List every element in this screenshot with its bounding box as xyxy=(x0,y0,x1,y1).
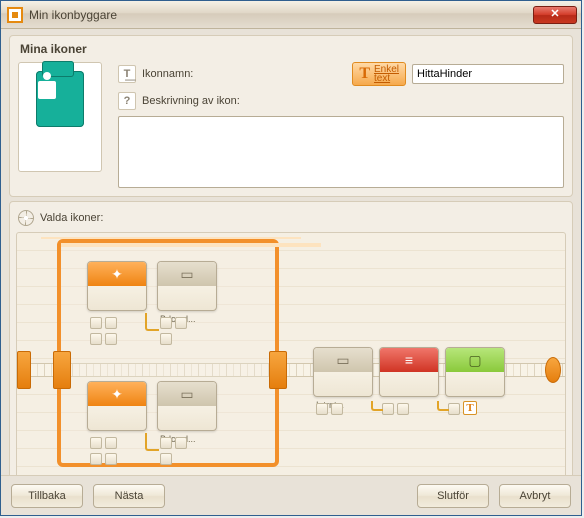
data-plug[interactable] xyxy=(175,317,187,329)
data-plug[interactable] xyxy=(448,403,460,415)
block-case-2[interactable]: ▭ Bdcmd... xyxy=(157,381,217,431)
data-wire xyxy=(371,401,383,411)
data-wire xyxy=(145,433,159,451)
data-plug[interactable] xyxy=(90,437,102,449)
loop-start-handle[interactable] xyxy=(53,351,71,389)
next-button[interactable]: Nästa xyxy=(93,484,165,508)
data-plug[interactable] xyxy=(382,403,394,415)
data-plug[interactable] xyxy=(90,453,102,465)
desc-field-icon: ? xyxy=(118,92,136,110)
move-icon: ✦ xyxy=(88,262,146,286)
data-plug[interactable] xyxy=(397,403,409,415)
briefcase-icon: ▭ xyxy=(158,382,216,406)
back-button[interactable]: Tillbaka xyxy=(11,484,83,508)
t-icon: T xyxy=(359,65,370,83)
desc-label: Beskrivning av ikon: xyxy=(142,95,252,107)
canvas-heading-row: Valda ikoner: xyxy=(16,208,566,232)
plug-row xyxy=(157,315,217,331)
data-wire xyxy=(145,313,159,331)
icon-name-input[interactable] xyxy=(412,64,564,84)
end-node[interactable] xyxy=(545,357,561,383)
footer: Tillbaka Nästa Slutför Avbryt xyxy=(1,475,581,515)
data-plug[interactable] xyxy=(90,317,102,329)
data-plug[interactable] xyxy=(105,317,117,329)
data-wire xyxy=(437,401,449,411)
dialog-window: Min ikonbyggare ✕ Mina ikoner T͟ Ikonnam… xyxy=(0,0,582,516)
plug-row xyxy=(87,451,147,467)
data-plug[interactable] xyxy=(90,333,102,345)
data-plug[interactable] xyxy=(160,333,172,345)
data-plug[interactable] xyxy=(105,453,117,465)
move-icon: ✦ xyxy=(88,382,146,406)
plug-row xyxy=(313,401,373,417)
program-canvas[interactable]: ✦ ▭ Bdcmd... ✦ xyxy=(16,232,566,500)
block-case-3[interactable]: ▭ Intrnt... xyxy=(313,347,373,397)
top-panel: Mina ikoner T͟ Ikonnamn: T Enkel text ? … xyxy=(9,35,573,197)
block-case-1[interactable]: ▭ Bdcmd... xyxy=(157,261,217,311)
name-row: T͟ Ikonnamn: T Enkel text xyxy=(118,62,564,86)
app-icon xyxy=(7,7,23,23)
enkel-link-2[interactable]: text xyxy=(374,74,399,83)
person-icon xyxy=(38,81,56,99)
icon-preview xyxy=(18,62,102,172)
close-button[interactable]: ✕ xyxy=(533,6,577,24)
finish-button[interactable]: Slutför xyxy=(417,484,489,508)
canvas-heading: Valda ikoner: xyxy=(40,212,103,224)
data-plug[interactable] xyxy=(331,403,343,415)
text-mode-button[interactable]: T Enkel text xyxy=(352,62,406,86)
plug-row xyxy=(157,331,217,347)
briefcase-icon: ▭ xyxy=(158,262,216,286)
name-field-icon: T͟ xyxy=(118,65,136,83)
block-display[interactable]: ▢ xyxy=(445,347,505,397)
name-label: Ikonnamn: xyxy=(142,68,252,80)
cancel-button[interactable]: Avbryt xyxy=(499,484,571,508)
data-plug[interactable] xyxy=(160,437,172,449)
block-move-1[interactable]: ✦ xyxy=(87,261,147,311)
data-plug[interactable] xyxy=(105,437,117,449)
briefcase-icon: ▭ xyxy=(314,348,372,372)
plug-row xyxy=(87,331,147,347)
canvas-panel: Valda ikoner: ✦ ▭ Bdcmd... xyxy=(9,201,573,507)
desc-row: ? Beskrivning av ikon: xyxy=(118,92,564,110)
math-icon: ≡ xyxy=(380,348,438,372)
plug-row xyxy=(87,315,147,331)
text-port-icon[interactable]: T xyxy=(463,401,477,415)
window-title: Min ikonbyggare xyxy=(29,8,533,22)
data-plug[interactable] xyxy=(160,317,172,329)
screen-icon: ▢ xyxy=(446,348,504,372)
plug-row xyxy=(379,401,439,417)
description-textarea[interactable] xyxy=(118,116,564,188)
panel-heading: Mina ikoner xyxy=(18,42,564,56)
data-plug[interactable] xyxy=(175,437,187,449)
plug-row xyxy=(157,435,217,451)
titlebar[interactable]: Min ikonbyggare ✕ xyxy=(1,1,581,29)
data-plug[interactable] xyxy=(160,453,172,465)
start-node[interactable] xyxy=(17,351,31,389)
data-plug[interactable] xyxy=(316,403,328,415)
plug-row xyxy=(87,435,147,451)
myblock-preview-icon xyxy=(36,71,84,127)
data-plug[interactable] xyxy=(105,333,117,345)
plug-row xyxy=(157,451,217,467)
block-calc[interactable]: ≡ xyxy=(379,347,439,397)
block-move-2[interactable]: ✦ xyxy=(87,381,147,431)
target-icon xyxy=(18,210,34,226)
loop-end-handle[interactable] xyxy=(269,351,287,389)
